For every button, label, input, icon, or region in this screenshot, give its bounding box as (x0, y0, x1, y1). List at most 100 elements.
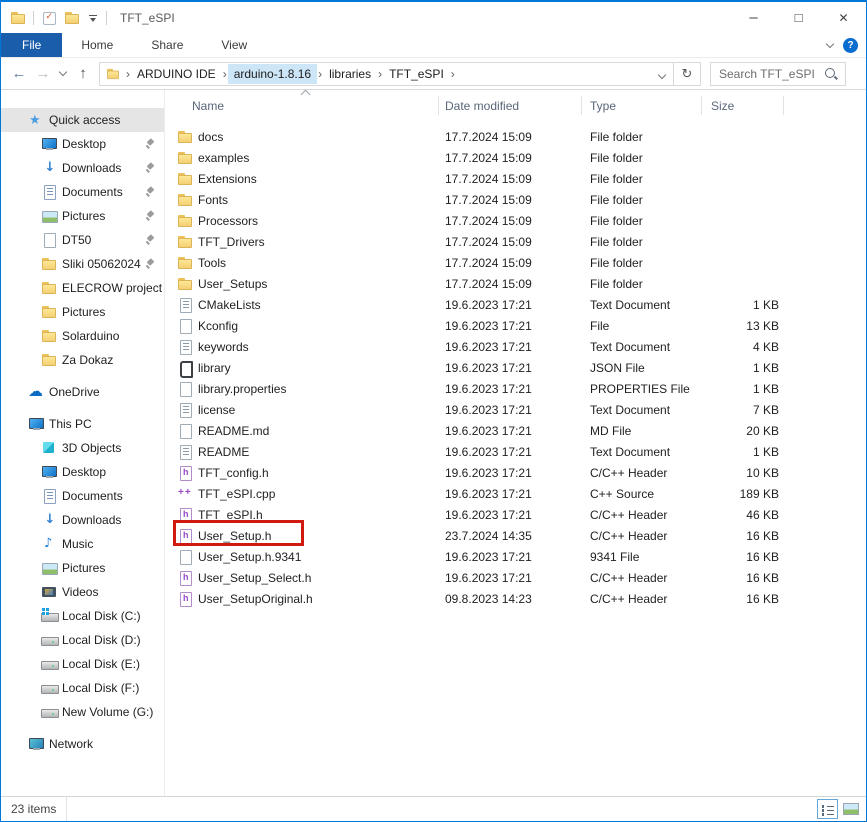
file-type: C++ Source (582, 487, 702, 501)
refresh-icon[interactable] (673, 63, 700, 85)
maximize-button[interactable] (776, 2, 821, 33)
file-row-cmakelists[interactable]: CMakeLists19.6.2023 17:21Text Document1 … (165, 294, 866, 315)
address-bar[interactable]: ARDUINO IDE arduino-1.8.16 libraries TFT… (99, 62, 701, 86)
sidebar-item-solarduino[interactable]: Solarduino (1, 324, 164, 348)
file-row-library-properties[interactable]: library.properties19.6.2023 17:21PROPERT… (165, 378, 866, 399)
sidebar-item-label: Local Disk (F:) (62, 681, 139, 695)
sidebar-item-3d-objects[interactable]: 3D Objects (1, 436, 164, 460)
sidebar-item-this-pc[interactable]: This PC (1, 412, 164, 436)
file-row-processors[interactable]: Processors17.7.2024 15:09File folder (165, 210, 866, 231)
search-input[interactable] (711, 67, 823, 81)
sidebar-item-new-volume-g[interactable]: New Volume (G:) (1, 700, 164, 724)
sidebar-item-videos[interactable]: Videos (1, 580, 164, 604)
sidebar-item-desktop[interactable]: Desktop (1, 132, 164, 156)
expand-ribbon-icon[interactable] (826, 40, 834, 48)
customize-toolbar-icon[interactable] (87, 10, 99, 26)
file-row-tft-drivers[interactable]: TFT_Drivers17.7.2024 15:09File folder (165, 231, 866, 252)
tab-view[interactable]: View (202, 33, 266, 57)
sidebar-item-desktop[interactable]: Desktop (1, 460, 164, 484)
sidebar-item-documents[interactable]: Documents (1, 180, 164, 204)
column-header-size[interactable]: Size (702, 96, 784, 115)
sidebar-item-pictures[interactable]: Pictures (1, 556, 164, 580)
sidebar-item-sliki-05062024[interactable]: Sliki 05062024 (1, 252, 164, 276)
file-row-tools[interactable]: Tools17.7.2024 15:09File folder (165, 252, 866, 273)
sidebar-item-music[interactable]: Music (1, 532, 164, 556)
sidebar-item-local-disk-f[interactable]: Local Disk (F:) (1, 676, 164, 700)
search-icon[interactable] (823, 66, 839, 82)
file-type: File folder (582, 130, 702, 144)
file-row-tft-config-h[interactable]: TFT_config.h19.6.2023 17:21C/C++ Header1… (165, 462, 866, 483)
sidebar-item-onedrive[interactable]: OneDrive (1, 380, 164, 404)
file-row-readme-md[interactable]: README.md19.6.2023 17:21MD File20 KB (165, 420, 866, 441)
file-size: 16 KB (702, 571, 784, 585)
file-row-library[interactable]: library19.6.2023 17:21JSON File1 KB (165, 357, 866, 378)
file-date-modified: 19.6.2023 17:21 (439, 403, 582, 417)
back-button[interactable] (7, 62, 31, 86)
breadcrumb-tft-espi[interactable]: TFT_eSPI (383, 64, 450, 84)
file-list: docs17.7.2024 15:09File folderexamples17… (165, 126, 866, 609)
file-row-user-setup-select-h[interactable]: User_Setup_Select.h19.6.2023 17:21C/C++ … (165, 567, 866, 588)
folder-icon (177, 255, 193, 271)
file-name: TFT_Drivers (198, 235, 265, 249)
tab-home[interactable]: Home (62, 33, 132, 57)
sidebar-item-label: Documents (62, 489, 123, 503)
file-size: 13 KB (702, 319, 784, 333)
file-row-examples[interactable]: examples17.7.2024 15:09File folder (165, 147, 866, 168)
sidebar-item-local-disk-d[interactable]: Local Disk (D:) (1, 628, 164, 652)
sidebar-item-za-dokaz[interactable]: Za Dokaz (1, 348, 164, 372)
details-view-button[interactable] (817, 799, 838, 819)
folder-icon (177, 192, 193, 208)
close-button[interactable] (821, 2, 866, 33)
file-name-cell: TFT_Drivers (165, 234, 439, 250)
checkmark-icon[interactable] (41, 10, 57, 26)
file-size: 46 KB (702, 508, 784, 522)
sidebar-item-network[interactable]: Network (1, 732, 164, 756)
file-row-user-setup-h[interactable]: User_Setup.h23.7.2024 14:35C/C++ Header1… (165, 525, 866, 546)
recent-locations-icon[interactable] (55, 62, 71, 86)
column-header-date-modified[interactable]: Date modified (439, 96, 582, 115)
sidebar-item-pictures[interactable]: Pictures (1, 204, 164, 228)
file-name-cell: CMakeLists (165, 297, 439, 313)
sidebar-item-downloads[interactable]: Downloads (1, 508, 164, 532)
column-header-name[interactable]: Name (165, 96, 439, 115)
sidebar-item-elecrow-project[interactable]: ELECROW project (1, 276, 164, 300)
column-header-type[interactable]: Type (582, 96, 702, 115)
file-row-license[interactable]: license19.6.2023 17:21Text Document7 KB (165, 399, 866, 420)
file-row-docs[interactable]: docs17.7.2024 15:09File folder (165, 126, 866, 147)
forward-button[interactable] (31, 62, 55, 86)
file-row-fonts[interactable]: Fonts17.7.2024 15:09File folder (165, 189, 866, 210)
up-button[interactable] (71, 62, 95, 86)
file-row-extensions[interactable]: Extensions17.7.2024 15:09File folder (165, 168, 866, 189)
file-row-user-setups[interactable]: User_Setups17.7.2024 15:09File folder (165, 273, 866, 294)
tab-file[interactable]: File (1, 33, 62, 57)
file-row-tft-espi-cpp[interactable]: TFT_eSPI.cpp19.6.2023 17:21C++ Source189… (165, 483, 866, 504)
sidebar-item-local-disk-e[interactable]: Local Disk (E:) (1, 652, 164, 676)
file-row-tft-espi-h[interactable]: TFT_eSPI.h19.6.2023 17:21C/C++ Header46 … (165, 504, 866, 525)
minimize-button[interactable] (731, 2, 776, 33)
file-name: TFT_eSPI.h (198, 508, 263, 522)
sidebar-item-documents[interactable]: Documents (1, 484, 164, 508)
help-icon[interactable] (843, 38, 858, 53)
sidebar-item-pictures[interactable]: Pictures (1, 300, 164, 324)
file-row-user-setuporiginal-h[interactable]: User_SetupOriginal.h09.8.2023 14:23C/C++… (165, 588, 866, 609)
sidebar-item-quick-access[interactable]: Quick access (1, 108, 164, 132)
thumbnail-view-button[interactable] (840, 799, 861, 819)
sidebar-item-dt50[interactable]: DT50 (1, 228, 164, 252)
file-name: Extensions (198, 172, 257, 186)
sidebar-item-downloads[interactable]: Downloads (1, 156, 164, 180)
breadcrumb-libraries[interactable]: libraries (323, 64, 377, 84)
file-row-kconfig[interactable]: Kconfig19.6.2023 17:21File13 KB (165, 315, 866, 336)
sidebar-item-local-disk-c[interactable]: Local Disk (C:) (1, 604, 164, 628)
folder-icon[interactable] (64, 10, 80, 26)
file-row-keywords[interactable]: keywords19.6.2023 17:21Text Document4 KB (165, 336, 866, 357)
file-row-user-setup-h-9341[interactable]: User_Setup.h.934119.6.2023 17:219341 Fil… (165, 546, 866, 567)
file-type: File folder (582, 214, 702, 228)
tab-share[interactable]: Share (132, 33, 202, 57)
sidebar-item-label: Documents (62, 185, 123, 199)
file-row-readme[interactable]: README19.6.2023 17:21Text Document1 KB (165, 441, 866, 462)
breadcrumb-arduino-1-8-16[interactable]: arduino-1.8.16 (228, 64, 317, 84)
breadcrumb-arduino-ide[interactable]: ARDUINO IDE (131, 64, 222, 84)
pictures-icon (41, 560, 57, 576)
address-dropdown-icon[interactable] (651, 67, 673, 81)
file-name: library (198, 361, 231, 375)
